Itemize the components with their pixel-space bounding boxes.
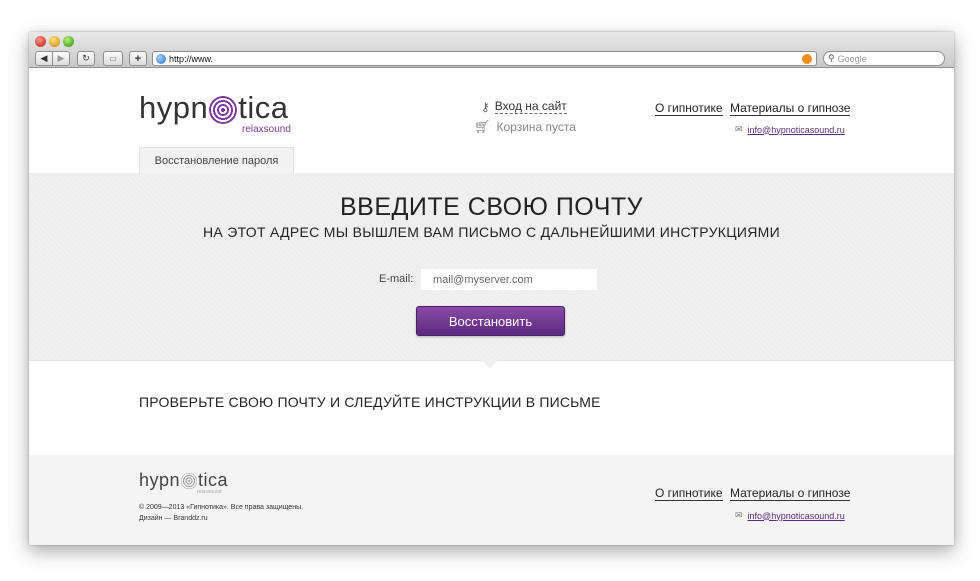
tab-password-recovery[interactable]: Восстановление пароля [139,147,294,173]
footer-logo-prefix: hypn [139,469,181,490]
search-icon: ⚲ [828,53,835,63]
bookmarks-icon: ▭ [109,54,117,63]
form-title: ВВЕДИТЕ СВОЮ ПОЧТУ [339,193,644,221]
footer-nav-about[interactable]: О гипнотике [655,487,723,501]
footer-envelope-icon: ✉ [735,510,743,520]
footer-nav-materials[interactable]: Материалы о гипнозе [730,487,851,501]
reload-icon: ↻ [82,53,90,63]
header-email-link[interactable]: ✉ info@hypnoticasound.ru [735,124,845,135]
back-arrow-icon: ◀ [40,53,48,63]
cart-status[interactable]: 🛒︎ Корзина пуста [474,119,576,135]
plus-icon: + [134,52,142,65]
email-label: E-mail: [379,273,414,285]
footer-spiral-icon [181,473,198,489]
globe-icon [156,53,166,64]
bookmarks-button[interactable]: ▭ [103,51,123,66]
footer-logo-subtitle: relaxsound [197,489,222,495]
search-placeholder: Google [837,53,867,64]
logo-subtitle: relaxsound [242,124,291,135]
form-subtitle: НА ЭТОТ АДРЕС МЫ ВЫШЛЕМ ВАМ ПИСЬМО С ДАЛ… [202,224,781,240]
logo-suffix: tica [238,90,289,125]
envelope-icon: ✉ [735,124,743,134]
close-window-button[interactable] [35,36,46,47]
login-link[interactable]: ⚷ Вход на сайт [481,99,567,114]
back-button[interactable]: ◀ [35,51,53,66]
page-content: hypn tica relaxsound ⚷ Вход на сайт 🛒︎ К… [29,69,954,545]
forward-arrow-icon: ▶ [57,53,65,63]
logo-prefix: hypn [139,90,209,125]
search-field[interactable]: ⚲ Google [823,51,945,66]
copyright-text: © 2009—2013 «Гипнотика». Все права защищ… [139,504,304,511]
footer-logo[interactable]: hypn tica relaxsound [139,469,229,496]
instructions-text: ПРОВЕРЬТЕ СВОЮ ПОЧТУ И СЛЕДУЙТЕ ИНСТРУКЦ… [139,394,601,410]
footer-logo-suffix: tica [198,469,229,490]
email-input[interactable] [421,269,597,290]
cart-label: Корзина пуста [496,120,576,134]
design-credit: Дизайн — Branddz.ru [139,515,208,522]
footer-email-link[interactable]: ✉ info@hypnoticasound.ru [735,510,845,521]
cart-icon: 🛒︎ [474,119,491,134]
section-pointer [481,360,499,368]
minimize-window-button[interactable] [49,36,60,47]
tab-label: Восстановление пароля [154,154,279,167]
spiral-icon [209,96,238,124]
rss-icon[interactable] [802,54,812,64]
browser-toolbar: ◀ ▶ ↻ ▭ + http://www. ⚲ Google [29,32,954,68]
address-text: http://www. [169,53,214,64]
key-icon: ⚷ [481,99,490,114]
zoom-window-button[interactable] [63,36,74,47]
address-bar[interactable]: http://www. [152,51,817,66]
forward-button[interactable]: ▶ [52,51,70,66]
header-logo[interactable]: hypn tica relaxsound [139,90,291,135]
add-bookmark-button[interactable]: + [129,51,147,66]
header-email-text: info@hypnoticasound.ru [747,124,845,135]
footer: hypn tica relaxsound © 2009—2013 «Гипнот… [29,455,954,545]
browser-window: ◀ ▶ ↻ ▭ + http://www. ⚲ Google hypn tica… [29,32,954,545]
nav-link-about[interactable]: О гипнотике [655,102,723,116]
footer-email-text: info@hypnoticasound.ru [747,510,845,521]
nav-link-materials[interactable]: Материалы о гипнозе [730,102,851,116]
restore-button[interactable]: Восстановить [416,306,565,336]
reload-button[interactable]: ↻ [77,51,95,66]
recovery-form-section: ВВЕДИТЕ СВОЮ ПОЧТУ НА ЭТОТ АДРЕС МЫ ВЫШЛ… [29,173,954,361]
login-label: Вход на сайт [494,99,567,114]
